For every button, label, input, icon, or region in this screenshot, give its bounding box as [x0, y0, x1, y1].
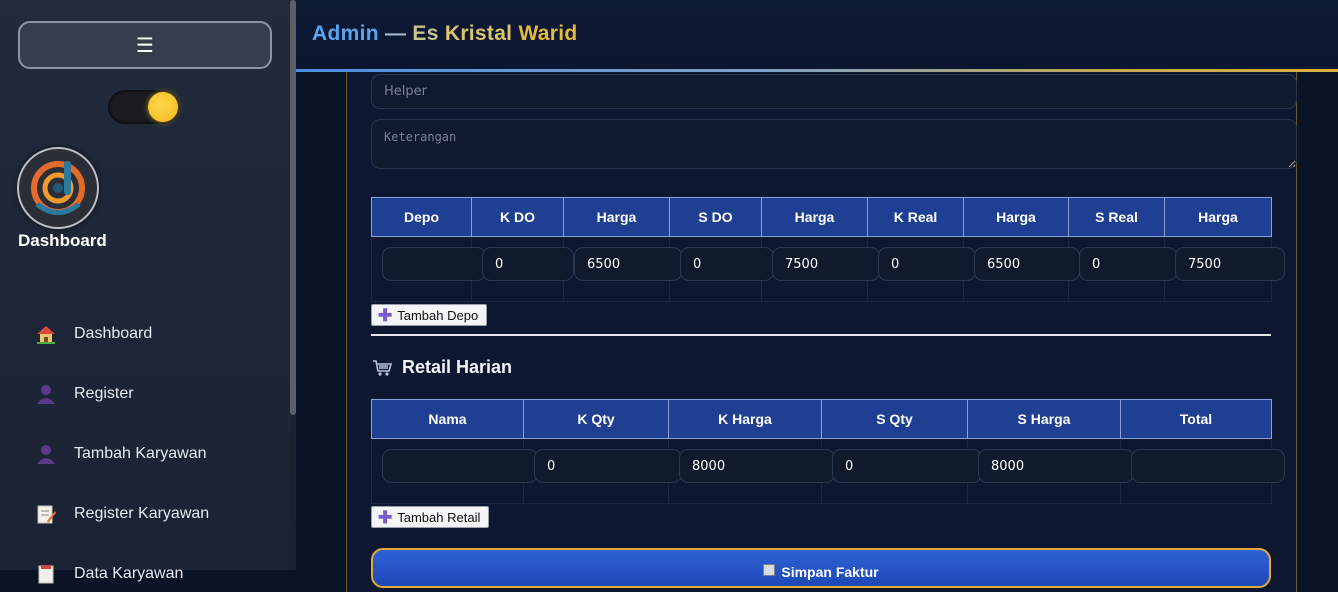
col-header-harga: Harga — [563, 197, 670, 237]
plus-icon: ✚ — [378, 305, 393, 325]
save-invoice-label: Simpan Faktur — [781, 564, 879, 580]
table-cell — [821, 438, 982, 504]
k-real-harga-input[interactable] — [974, 247, 1080, 281]
menu-toggle-button[interactable]: ☰ — [18, 21, 272, 69]
retail-title-text: Retail Harian — [402, 357, 513, 377]
col-header-s-harga: S Harga — [967, 399, 1121, 439]
save-invoice-button[interactable]: Simpan Faktur — [371, 548, 1271, 588]
table-cell — [967, 438, 1134, 504]
col-header-k-real: K Real — [867, 197, 964, 237]
sidebar-item-dashboard[interactable]: Dashboard — [34, 319, 152, 349]
helper-input[interactable] — [371, 74, 1297, 109]
sidebar-item-label: Dashboard — [74, 325, 153, 342]
sidebar-item-register[interactable]: Register — [34, 379, 134, 409]
col-header-harga: Harga — [1164, 197, 1272, 237]
col-header-s-real: S Real — [1068, 197, 1165, 237]
title-admin: Admin — [312, 22, 379, 45]
table-cell — [867, 236, 976, 302]
s-real-input[interactable] — [1079, 247, 1177, 281]
k-qty-input[interactable] — [534, 449, 682, 483]
s-qty-input[interactable] — [832, 449, 982, 483]
add-depo-label: Tambah Depo — [397, 307, 479, 323]
sun-icon — [148, 92, 178, 122]
table-cell — [1164, 236, 1285, 302]
top-header: Admin — Es Kristal Warid — [296, 0, 1338, 69]
section-divider — [371, 334, 1271, 336]
sidebar-item-label: Register — [74, 385, 134, 402]
s-do-harga-input[interactable] — [772, 247, 880, 281]
logo-icon — [31, 161, 85, 215]
table-cell — [669, 236, 774, 302]
depo-header-row: Depo K DO Harga S DO Harga K Real Harga … — [371, 197, 1272, 237]
depo-table: Depo K DO Harga S DO Harga K Real Harga … — [371, 197, 1285, 302]
s-harga-input[interactable] — [978, 449, 1134, 483]
col-header-harga: Harga — [761, 197, 868, 237]
title-es: Es — [412, 22, 439, 45]
col-header-k-do: K DO — [471, 197, 564, 237]
table-cell — [668, 438, 835, 504]
retail-header-row: Nama K Qty K Harga S Qty S Harga Total — [371, 399, 1272, 439]
sidebar-item-register-karyawan[interactable]: Register Karyawan — [34, 499, 209, 529]
s-real-harga-input[interactable] — [1175, 247, 1285, 281]
cart-icon — [372, 359, 393, 377]
k-real-input[interactable] — [878, 247, 976, 281]
title-separator: — — [384, 22, 407, 45]
col-header-harga: Harga — [963, 197, 1069, 237]
total-input[interactable] — [1131, 449, 1285, 483]
table-cell — [471, 236, 574, 302]
brand-title: Dashboard — [18, 231, 107, 250]
user-icon — [34, 442, 58, 466]
add-depo-button[interactable]: ✚ Tambah Depo — [371, 304, 488, 326]
table-cell — [1068, 236, 1177, 302]
col-header-nama: Nama — [371, 399, 524, 439]
memo-icon — [34, 502, 58, 526]
retail-table: Nama K Qty K Harga S Qty S Harga Total — [371, 399, 1285, 504]
table-cell — [1120, 438, 1285, 504]
retail-section-title: Retail Harian — [372, 357, 512, 378]
retail-nama-input[interactable] — [382, 449, 538, 483]
table-cell — [371, 236, 486, 302]
theme-toggle[interactable] — [108, 90, 180, 124]
col-header-s-qty: S Qty — [821, 399, 968, 439]
k-do-harga-input[interactable] — [574, 247, 682, 281]
sidebar-item-label: Register Karyawan — [74, 505, 210, 522]
col-header-s-do: S DO — [669, 197, 762, 237]
table-row — [371, 438, 1285, 504]
col-header-k-qty: K Qty — [523, 399, 669, 439]
keterangan-textarea[interactable] — [371, 119, 1297, 169]
user-icon — [34, 382, 58, 406]
sidebar-item-data-karyawan[interactable]: Data Karyawan — [34, 559, 183, 589]
table-row — [371, 236, 1285, 302]
add-retail-button[interactable]: ✚ Tambah Retail — [371, 506, 490, 528]
table-cell — [523, 438, 682, 504]
k-harga-input[interactable] — [679, 449, 835, 483]
title-kristal: Kristal — [444, 22, 513, 45]
col-header-k-harga: K Harga — [668, 399, 822, 439]
page-title: Admin — Es Kristal Warid — [312, 22, 578, 46]
col-header-depo: Depo — [371, 197, 472, 237]
table-cell — [371, 438, 538, 504]
add-retail-label: Tambah Retail — [397, 509, 481, 525]
floppy-disk-icon — [763, 564, 776, 576]
title-warid: Warid — [518, 22, 578, 45]
depo-name-input[interactable] — [382, 247, 486, 281]
sidebar-item-label: Tambah Karyawan — [74, 445, 207, 462]
house-icon — [34, 322, 58, 346]
table-cell — [963, 236, 1080, 302]
sidebar-item-tambah-karyawan[interactable]: Tambah Karyawan — [34, 439, 207, 469]
s-do-input[interactable] — [680, 247, 774, 281]
k-do-input[interactable] — [482, 247, 574, 281]
sidebar: ☰ Dashboard Dashboard Register Tambah Ka… — [0, 0, 290, 584]
table-cell — [563, 236, 682, 302]
table-cell — [761, 236, 880, 302]
col-header-total: Total — [1120, 399, 1272, 439]
sidebar-item-label: Data Karyawan — [74, 565, 184, 582]
document-icon — [34, 562, 58, 586]
sidebar-scrollbar[interactable] — [290, 0, 296, 570]
brand-logo — [17, 147, 99, 229]
hamburger-icon: ☰ — [136, 33, 154, 57]
plus-icon: ✚ — [378, 507, 393, 527]
